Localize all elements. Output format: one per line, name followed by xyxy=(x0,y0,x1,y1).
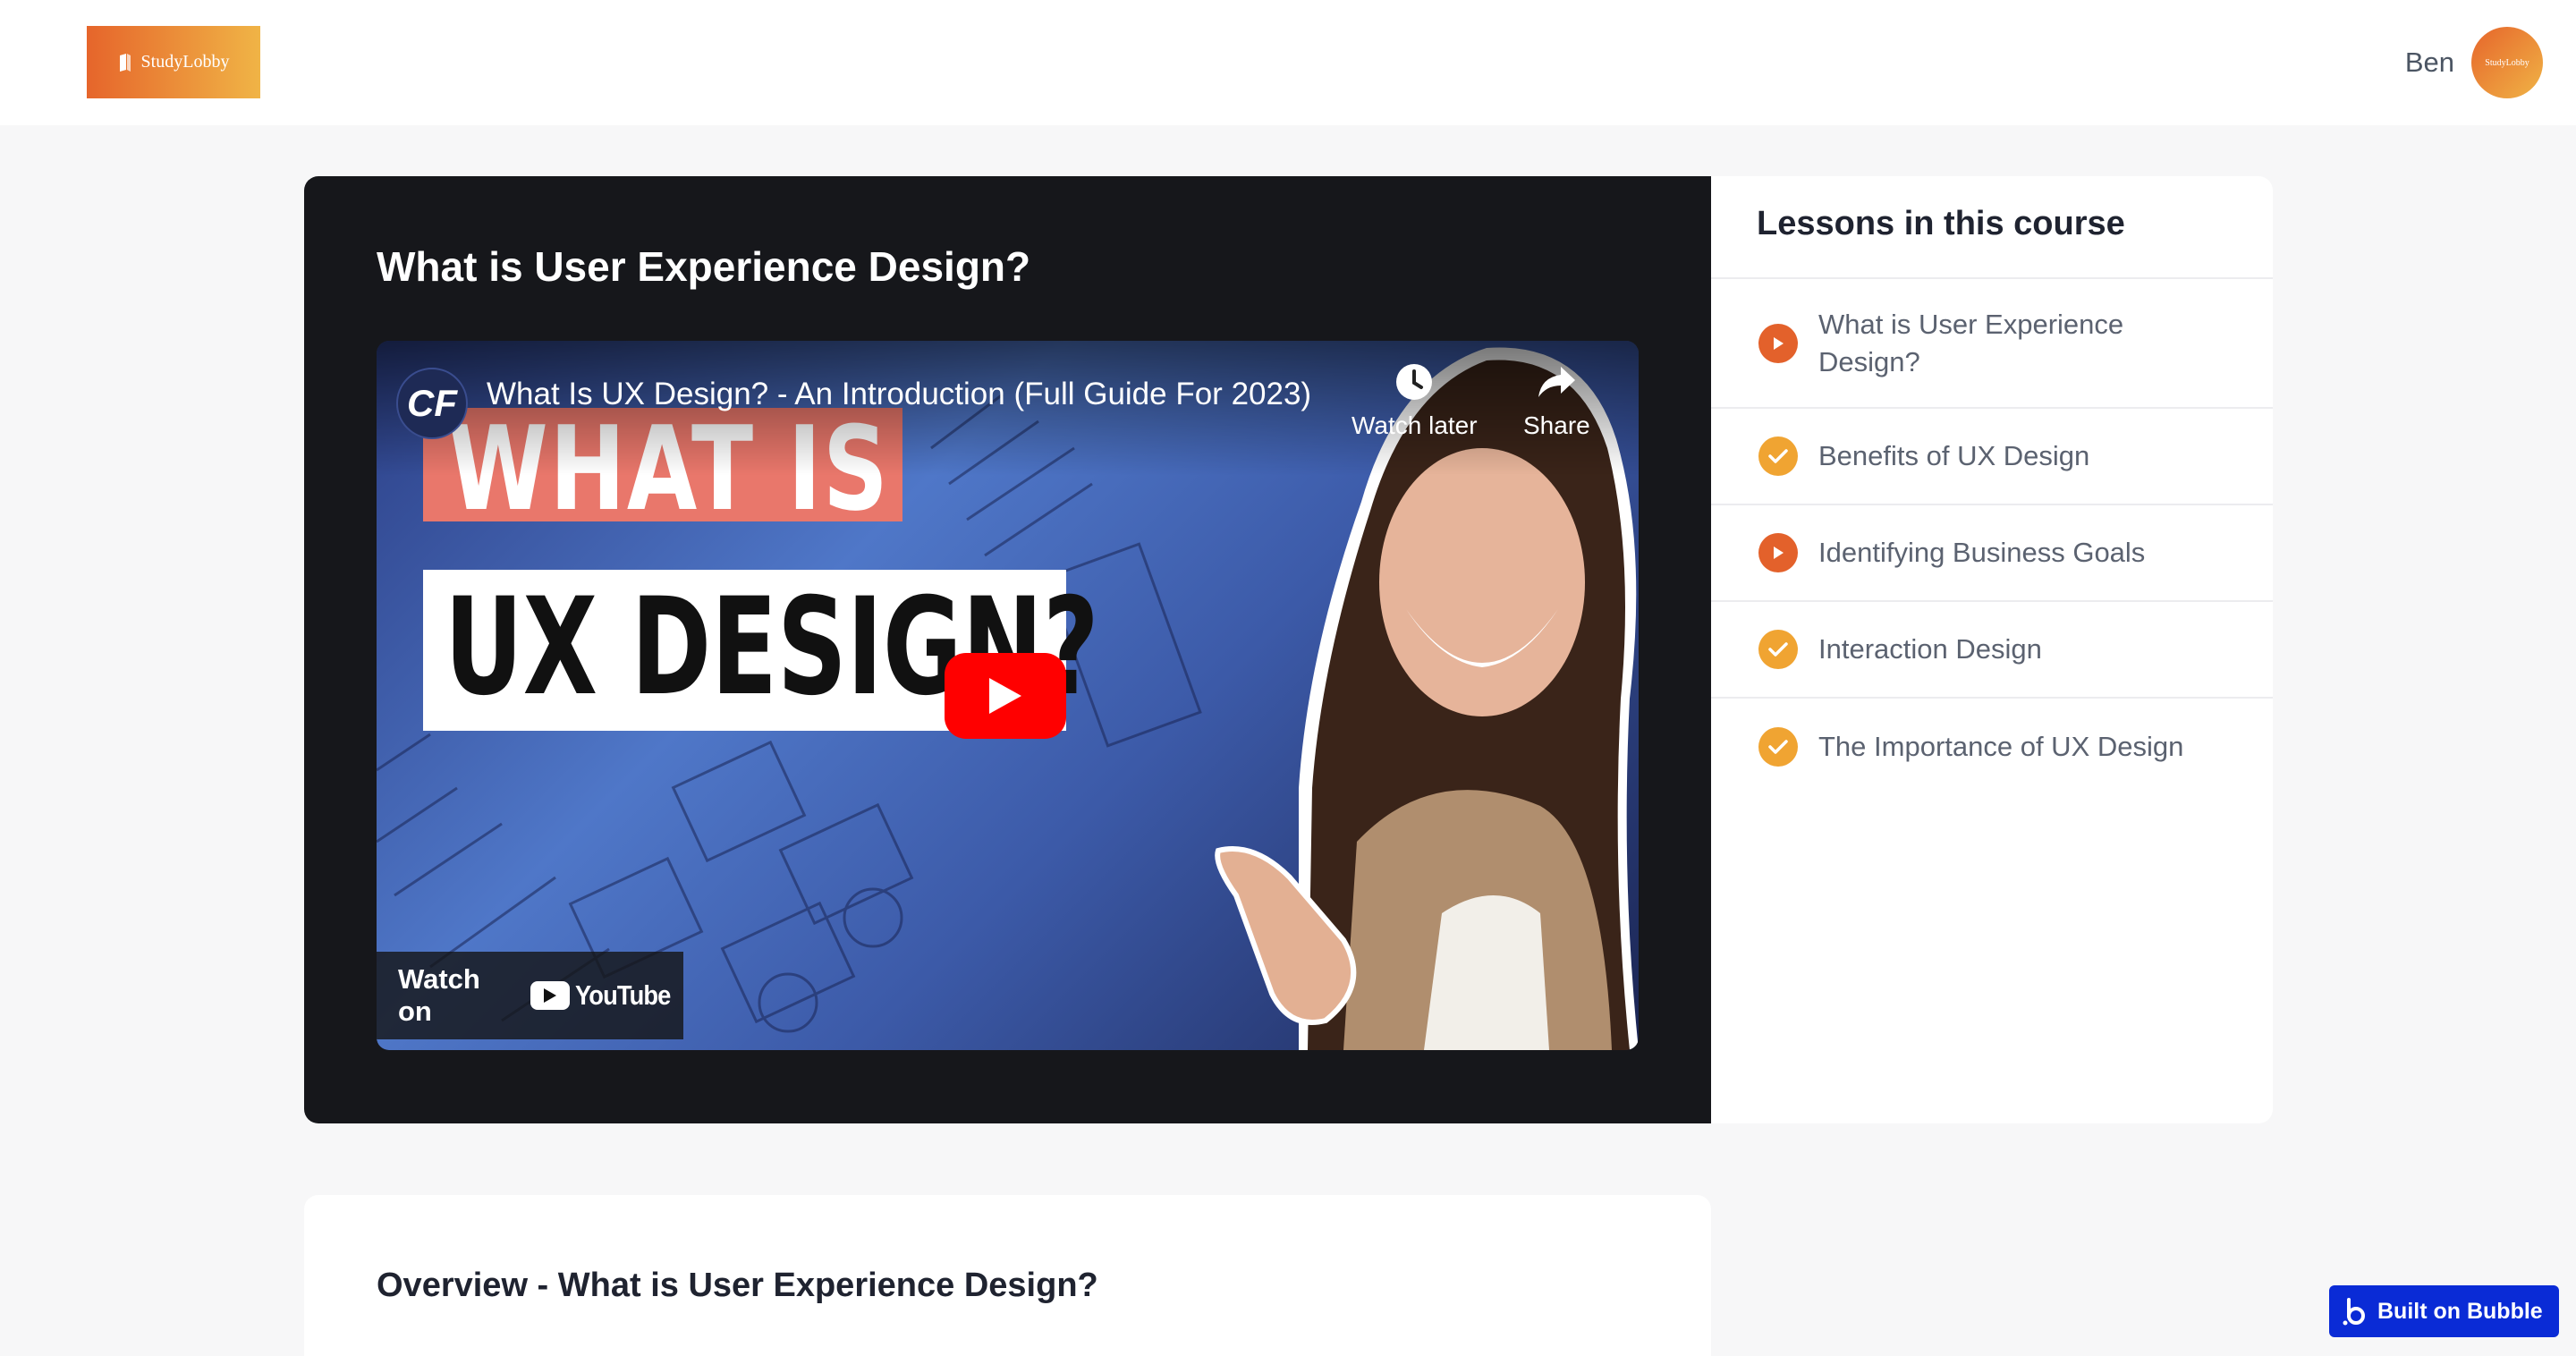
overview-title: Overview - What is User Experience Desig… xyxy=(377,1267,1098,1304)
clock-icon xyxy=(1396,364,1433,400)
check-icon xyxy=(1758,727,1798,767)
lesson-item-label: Identifying Business Goals xyxy=(1818,537,2146,568)
lesson-item-interaction-design[interactable]: Interaction Design xyxy=(1711,602,2273,699)
watch-on-youtube-button[interactable]: Watch on YouTube xyxy=(377,952,683,1039)
lessons-panel: Lessons in this course What is User Expe… xyxy=(1711,176,2273,1123)
logo-text: StudyLobby xyxy=(140,52,230,72)
channel-initials: CF xyxy=(407,382,457,424)
avatar-text: StudyLobby xyxy=(2485,57,2529,68)
share-button[interactable]: Share xyxy=(1523,363,1590,440)
check-icon xyxy=(1758,436,1798,476)
watch-later-button[interactable]: Watch later xyxy=(1352,363,1478,440)
lesson-item-what-is-ux[interactable]: What is User Experience Design? xyxy=(1711,279,2273,409)
youtube-logo-text: YouTube xyxy=(575,979,671,1011)
watch-on-label: Watch on xyxy=(398,963,480,1027)
studylobby-logo[interactable]: StudyLobby xyxy=(87,26,260,98)
lesson-title: What is User Experience Design? xyxy=(377,243,1031,290)
bubble-badge-label: Built on Bubble xyxy=(2377,1298,2543,1324)
youtube-logo: YouTube xyxy=(530,979,683,1012)
lesson-item-label: Interaction Design xyxy=(1818,633,2042,665)
built-on-bubble-badge[interactable]: Built on Bubble xyxy=(2329,1285,2559,1337)
lesson-item-importance[interactable]: The Importance of UX Design xyxy=(1711,699,2273,795)
lessons-heading: Lessons in this course xyxy=(1711,176,2273,279)
share-label: Share xyxy=(1523,411,1590,439)
video-panel: What is User Experience Design? UX DESIG… xyxy=(304,176,1711,1123)
top-header: StudyLobby Ben StudyLobby xyxy=(0,0,2576,125)
lesson-item-label: What is User Experience Design? xyxy=(1818,308,2124,377)
channel-avatar[interactable]: CF xyxy=(396,368,468,439)
bubble-logo-icon xyxy=(2343,1298,2365,1326)
share-arrow-icon xyxy=(1538,367,1576,397)
book-icon xyxy=(119,53,131,72)
play-icon xyxy=(1758,533,1798,572)
youtube-logo-icon xyxy=(530,981,570,1010)
play-icon xyxy=(1758,323,1798,363)
lesson-item-benefits[interactable]: Benefits of UX Design xyxy=(1711,409,2273,505)
video-title[interactable]: What Is UX Design? - An Introduction (Fu… xyxy=(487,377,1311,412)
overview-card: Overview - What is User Experience Desig… xyxy=(304,1195,1711,1356)
youtube-play-button[interactable] xyxy=(945,653,1066,739)
video-player[interactable]: WHAT IS UX DESIGN? CF What Is UX Design?… xyxy=(377,341,1639,1050)
lesson-item-label: Benefits of UX Design xyxy=(1818,440,2090,471)
user-name[interactable]: Ben xyxy=(2405,47,2454,79)
lesson-item-business-goals[interactable]: Identifying Business Goals xyxy=(1711,505,2273,602)
watch-later-label: Watch later xyxy=(1352,411,1478,439)
lesson-item-label: The Importance of UX Design xyxy=(1818,731,2184,762)
play-icon xyxy=(989,678,1021,714)
avatar[interactable]: StudyLobby xyxy=(2471,27,2543,98)
check-icon xyxy=(1758,630,1798,669)
